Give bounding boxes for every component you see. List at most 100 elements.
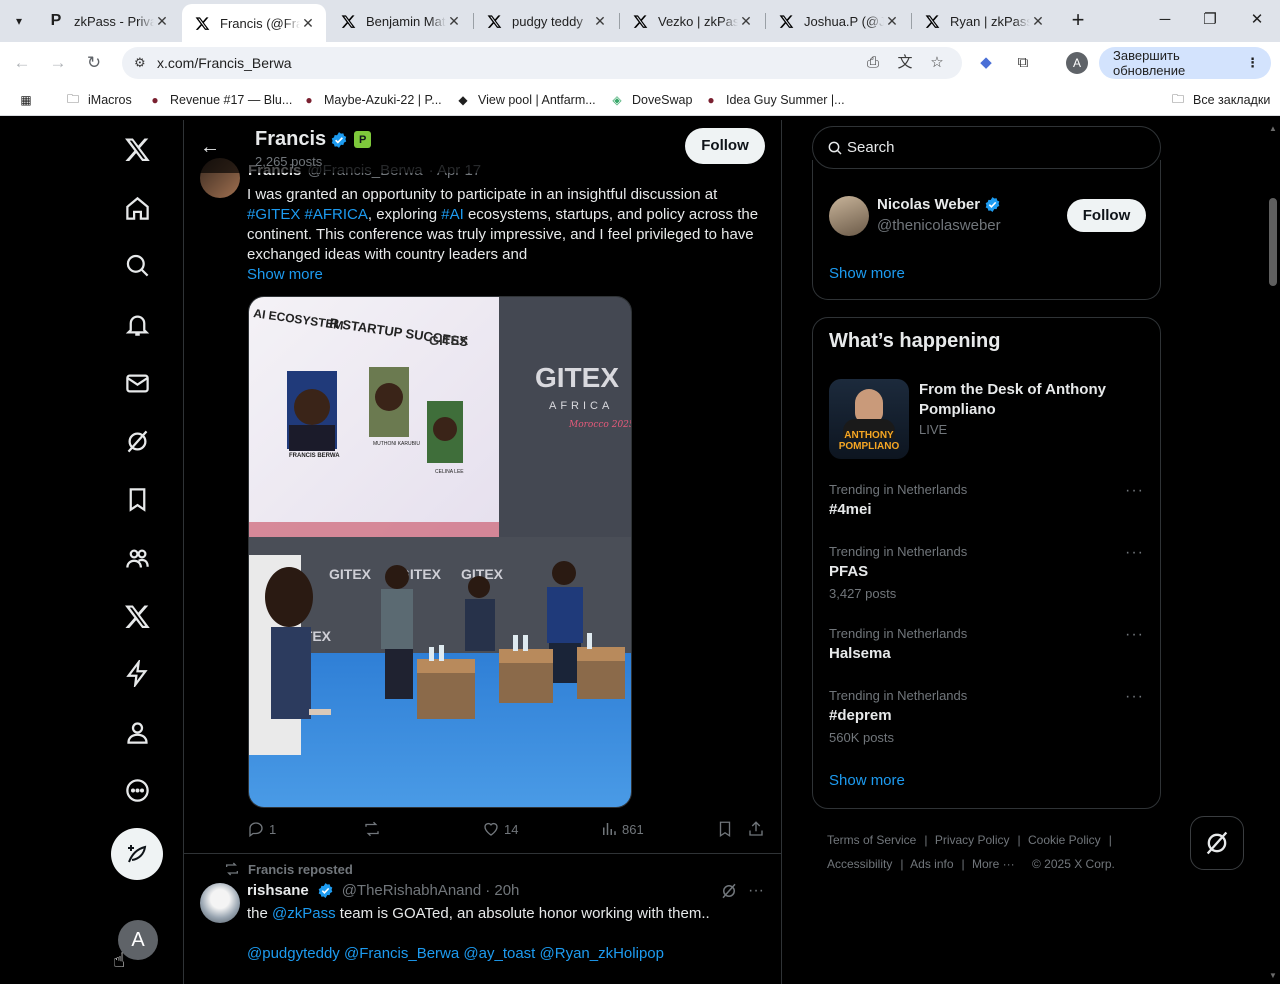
more-circle-icon[interactable] bbox=[120, 773, 154, 807]
grok-chat-button[interactable] bbox=[1190, 816, 1244, 870]
more-options-icon[interactable]: ··· bbox=[746, 882, 766, 902]
footer-link[interactable]: Ads info bbox=[910, 857, 953, 871]
tweet-media-photo[interactable]: R STARTUP SUCCESS AI ECOSYSTEM FRANCIS B… bbox=[248, 296, 632, 808]
suggested-user-handle[interactable]: @thenicolasweber bbox=[877, 217, 1001, 234]
share-button[interactable] bbox=[747, 820, 765, 838]
follow-button[interactable]: Follow bbox=[1067, 199, 1146, 232]
more-options-icon[interactable]: ··· bbox=[1125, 626, 1144, 644]
show-more-link[interactable]: Show more bbox=[829, 772, 905, 789]
hashtag-link[interactable]: #AFRICA bbox=[305, 206, 368, 223]
search-input[interactable]: Search bbox=[812, 126, 1161, 169]
live-event-image[interactable]: ANTHONY POMPLIANO bbox=[829, 379, 909, 459]
close-tab-icon[interactable]: ✕ bbox=[1030, 13, 1046, 30]
bookmark-antfarm[interactable]: ◆ View pool | Antfarm... bbox=[455, 91, 595, 109]
trend-item[interactable]: Trending in Netherlands PFAS 3,427 posts… bbox=[829, 544, 1146, 602]
all-bookmarks-folder[interactable]: 🗀 Все закладки bbox=[1170, 91, 1270, 109]
browser-tab[interactable]: Ryan | zkPass , ✕ bbox=[912, 0, 1056, 42]
bookmark-star-icon[interactable]: ☆ bbox=[928, 54, 946, 72]
kebab-menu-icon[interactable]: ⋮ bbox=[1246, 55, 1259, 71]
more-options-icon[interactable]: ··· bbox=[1125, 544, 1144, 562]
browser-tab-active[interactable]: Francis (@Fran ✕ bbox=[182, 4, 326, 42]
address-bar[interactable]: ⚙ x.com/Francis_Berwa ⎙ 文 ☆ bbox=[122, 47, 962, 79]
extension-bird-icon[interactable]: ◆ bbox=[975, 52, 997, 74]
back-arrow-icon[interactable]: ← bbox=[200, 136, 220, 159]
install-app-icon[interactable]: ⎙ bbox=[864, 54, 882, 72]
repost-button[interactable] bbox=[363, 820, 381, 838]
notifications-bell-icon[interactable] bbox=[120, 307, 154, 341]
more-options-icon[interactable]: ··· bbox=[1125, 482, 1144, 500]
footer-link[interactable]: Cookie Policy bbox=[1028, 833, 1101, 847]
browser-tab[interactable]: P zkPass - Privat ✕ bbox=[36, 0, 180, 42]
mention-link[interactable]: @zkPass bbox=[272, 905, 336, 922]
show-more-link[interactable]: Show more bbox=[247, 266, 323, 283]
close-tab-icon[interactable]: ✕ bbox=[884, 13, 900, 30]
repost-label[interactable]: Francis reposted bbox=[248, 862, 353, 877]
scroll-down-arrow-icon[interactable]: ▼ bbox=[1269, 971, 1277, 980]
live-event-title[interactable]: From the Desk of Anthony Pompliano bbox=[919, 380, 1139, 420]
footer-more-link[interactable]: More ··· bbox=[972, 857, 1015, 871]
show-more-link[interactable]: Show more bbox=[829, 265, 905, 282]
restore-window-icon[interactable]: ❐ bbox=[1197, 8, 1223, 32]
mention-link[interactable]: @pudgyteddy bbox=[247, 945, 340, 962]
finish-update-button[interactable]: Завершить обновление ⋮ bbox=[1099, 47, 1271, 79]
browser-profile-avatar[interactable]: A bbox=[1066, 52, 1088, 74]
x-logo-icon[interactable] bbox=[120, 132, 154, 166]
bookmark-idea-guy[interactable]: ● Idea Guy Summer |... bbox=[703, 91, 844, 109]
browser-tab[interactable]: Benjamin Mat ✕ bbox=[328, 0, 472, 42]
browser-tab[interactable]: Vezko | zkPass ✕ bbox=[620, 0, 764, 42]
tab-search-chevron-icon[interactable]: ▾ bbox=[6, 8, 32, 34]
new-tab-plus-icon[interactable]: + bbox=[1066, 9, 1090, 33]
more-options-icon[interactable]: ··· bbox=[1125, 688, 1144, 706]
site-info-icon[interactable]: ⚙ bbox=[134, 55, 146, 71]
mention-link[interactable]: @ay_toast bbox=[463, 945, 535, 962]
close-tab-icon[interactable]: ✕ bbox=[738, 13, 754, 30]
tweet-author-handle[interactable]: @TheRishabhAnand bbox=[342, 882, 481, 899]
extensions-puzzle-icon[interactable]: ⧉ bbox=[1012, 52, 1034, 74]
bookmark-imacros[interactable]: 🗀 iMacros bbox=[65, 91, 132, 109]
trend-item[interactable]: Trending in Netherlands #deprem 560K pos… bbox=[829, 688, 1146, 746]
bookmark-button[interactable] bbox=[716, 820, 734, 838]
apps-grid-icon[interactable]: ▦ bbox=[18, 91, 41, 109]
grok-icon[interactable] bbox=[120, 424, 154, 458]
close-tab-icon[interactable]: ✕ bbox=[154, 13, 170, 30]
profile-person-icon[interactable] bbox=[120, 715, 154, 749]
translate-icon[interactable]: 文 bbox=[896, 54, 914, 72]
grok-explain-icon[interactable] bbox=[719, 882, 739, 902]
footer-link[interactable]: Terms of Service bbox=[827, 833, 916, 847]
bookmark-revenue[interactable]: ● Revenue #17 — Blu... bbox=[147, 91, 292, 109]
close-tab-icon[interactable]: ✕ bbox=[592, 13, 608, 30]
hashtag-link[interactable]: #GITEX bbox=[247, 206, 300, 223]
communities-icon[interactable] bbox=[120, 541, 154, 575]
tweet-author-name[interactable]: rishsane bbox=[247, 882, 309, 899]
messages-envelope-icon[interactable] bbox=[120, 366, 154, 400]
bookmark-maybe-azuki[interactable]: ● Maybe-Azuki-22 | P... bbox=[301, 91, 441, 109]
avatar[interactable] bbox=[200, 883, 240, 923]
reply-button[interactable]: 1 bbox=[247, 820, 276, 838]
forward-arrow-icon[interactable]: → bbox=[46, 51, 70, 75]
footer-link[interactable]: Accessibility bbox=[827, 857, 892, 871]
page-scrollbar[interactable]: ▲ ▼ bbox=[1266, 120, 1280, 984]
bookmarks-icon[interactable] bbox=[120, 482, 154, 516]
avatar[interactable] bbox=[829, 196, 869, 236]
scroll-up-arrow-icon[interactable]: ▲ bbox=[1269, 124, 1277, 133]
follow-button[interactable]: Follow bbox=[685, 128, 765, 164]
url-text[interactable]: x.com/Francis_Berwa bbox=[157, 55, 292, 71]
scrollbar-thumb[interactable] bbox=[1269, 198, 1277, 286]
trend-item[interactable]: Trending in Netherlands Halsema ··· bbox=[829, 626, 1146, 664]
premium-x-icon[interactable] bbox=[120, 599, 154, 633]
trend-item[interactable]: Trending in Netherlands #4mei ··· bbox=[829, 482, 1146, 520]
footer-link[interactable]: Privacy Policy bbox=[935, 833, 1010, 847]
explore-search-icon[interactable] bbox=[120, 248, 154, 282]
browser-tab[interactable]: Joshua.P (@Jo ✕ bbox=[766, 0, 910, 42]
views-button[interactable]: 861 bbox=[600, 820, 644, 838]
like-button[interactable]: 14 bbox=[482, 820, 518, 838]
home-icon[interactable] bbox=[120, 191, 154, 225]
reload-icon[interactable]: ↻ bbox=[82, 51, 106, 75]
tweet-time[interactable]: · 20h bbox=[485, 882, 519, 899]
bookmark-doveswap[interactable]: ◈ DoveSwap bbox=[609, 91, 692, 109]
close-tab-icon[interactable]: ✕ bbox=[300, 15, 316, 32]
minimize-icon[interactable]: ─ bbox=[1152, 8, 1178, 32]
close-tab-icon[interactable]: ✕ bbox=[446, 13, 462, 30]
mention-link[interactable]: @Ryan_zkHolipop bbox=[540, 945, 664, 962]
mention-link[interactable]: @Francis_Berwa bbox=[344, 945, 459, 962]
